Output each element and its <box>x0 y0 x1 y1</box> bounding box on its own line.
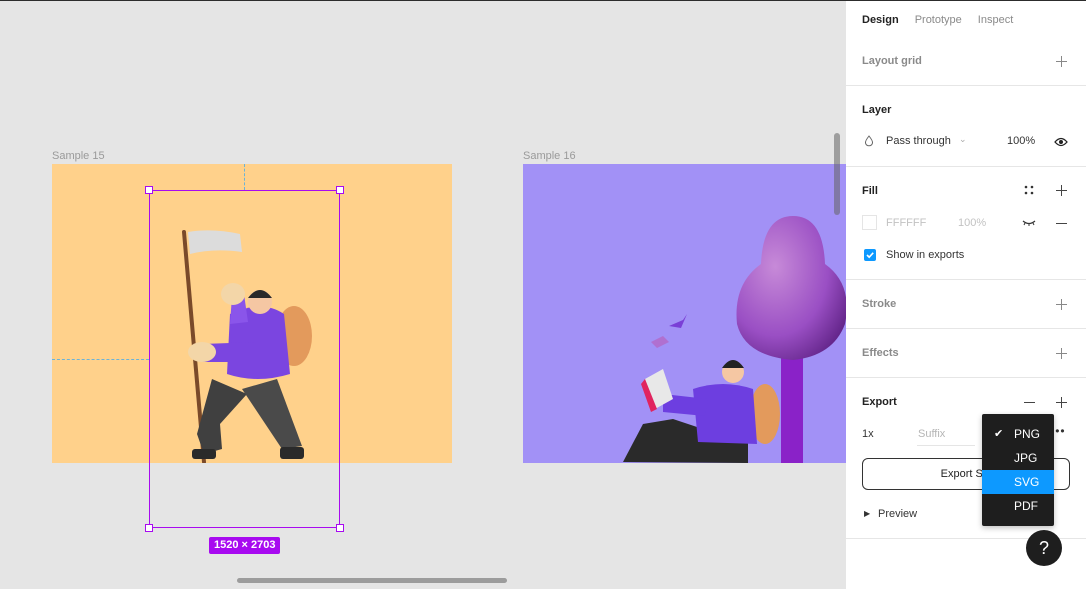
blend-mode-drop-icon <box>864 135 874 150</box>
export-title: Export <box>862 396 897 408</box>
add-stroke-icon[interactable] <box>1053 296 1069 312</box>
window-top-border <box>0 0 1086 1</box>
preview-toggle-icon[interactable]: ▶ <box>864 509 870 518</box>
canvas-vertical-scrollbar[interactable] <box>834 133 840 215</box>
layer-title: Layer <box>862 104 892 116</box>
fill-title: Fill <box>862 185 878 197</box>
export-scale-select[interactable]: 1x <box>862 428 874 440</box>
tab-design[interactable]: Design <box>862 14 899 26</box>
export-suffix-input[interactable]: Suffix <box>917 426 975 446</box>
stroke-title: Stroke <box>862 298 897 310</box>
spacing-guide-horizontal <box>52 359 149 360</box>
layer-opacity-input[interactable]: 100% <box>1007 135 1035 147</box>
resize-handle-top-right[interactable] <box>336 186 344 194</box>
eye-icon[interactable] <box>1053 134 1069 150</box>
show-in-exports-label: Show in exports <box>886 249 965 261</box>
reader-illustration <box>623 216 846 463</box>
layout-grid-title: Layout grid <box>862 55 922 67</box>
fill-color-swatch[interactable] <box>862 215 877 230</box>
remove-export-icon[interactable] <box>1021 394 1037 410</box>
canvas[interactable]: Sample 15 Sample 16 1520 × 2703 <box>0 0 846 589</box>
add-export-icon[interactable] <box>1053 394 1069 410</box>
check-icon: ✔ <box>994 428 1004 440</box>
tab-prototype[interactable]: Prototype <box>915 14 962 26</box>
effects-title: Effects <box>862 347 899 359</box>
spacing-guide-vertical <box>244 164 245 190</box>
frame-label-sample-16[interactable]: Sample 16 <box>523 150 576 162</box>
show-in-exports-checkbox[interactable] <box>864 249 876 261</box>
remove-fill-icon[interactable] <box>1053 215 1069 231</box>
add-effect-icon[interactable] <box>1053 345 1069 361</box>
resize-handle-top-left[interactable] <box>145 186 153 194</box>
resize-handle-bottom-right[interactable] <box>336 524 344 532</box>
format-option-label: SVG <box>1014 475 1040 489</box>
fill-section: Fill FFFFFF 100% Show in exports <box>846 167 1086 280</box>
format-option-label: JPG <box>1014 451 1038 465</box>
canvas-horizontal-scrollbar[interactable] <box>237 578 507 583</box>
blend-mode-chevron-icon[interactable]: ⌄ <box>959 134 967 145</box>
frame-sample-16[interactable] <box>523 164 846 463</box>
eye-closed-icon[interactable] <box>1021 215 1037 231</box>
frame-label-sample-15[interactable]: Sample 15 <box>52 150 105 162</box>
format-option-png[interactable]: ✔ PNG <box>982 422 1054 446</box>
preview-toggle[interactable]: Preview <box>878 508 917 520</box>
fill-hex-input[interactable]: FFFFFF <box>886 217 926 229</box>
export-format-dropdown: ✔ PNG JPG SVG PDF <box>982 414 1054 526</box>
resize-handle-bottom-left[interactable] <box>145 524 153 532</box>
fill-opacity-input[interactable]: 100% <box>958 217 986 229</box>
add-fill-icon[interactable] <box>1053 182 1069 198</box>
style-grid-icon[interactable] <box>1021 182 1037 198</box>
effects-section: Effects <box>846 329 1086 378</box>
dimensions-badge: 1520 × 2703 <box>209 537 281 554</box>
format-option-pdf[interactable]: PDF <box>982 494 1054 518</box>
format-option-label: PNG <box>1014 427 1041 441</box>
add-layout-grid-icon[interactable] <box>1053 53 1069 69</box>
blend-mode-select[interactable]: Pass through <box>886 135 951 147</box>
help-button[interactable]: ? <box>1026 530 1062 566</box>
selection-box[interactable] <box>149 190 340 528</box>
format-option-jpg[interactable]: JPG <box>982 446 1054 470</box>
preview-label: Preview <box>878 508 918 520</box>
stroke-section: Stroke <box>846 280 1086 329</box>
layout-grid-section: Layout grid <box>846 38 1086 86</box>
layer-section: Layer Pass through ⌄ 100% <box>846 86 1086 167</box>
tab-inspect[interactable]: Inspect <box>978 14 1013 26</box>
format-option-svg[interactable]: SVG <box>982 470 1054 494</box>
panel-tabs: Design Prototype Inspect <box>862 14 1013 26</box>
format-option-label: PDF <box>1014 499 1038 513</box>
